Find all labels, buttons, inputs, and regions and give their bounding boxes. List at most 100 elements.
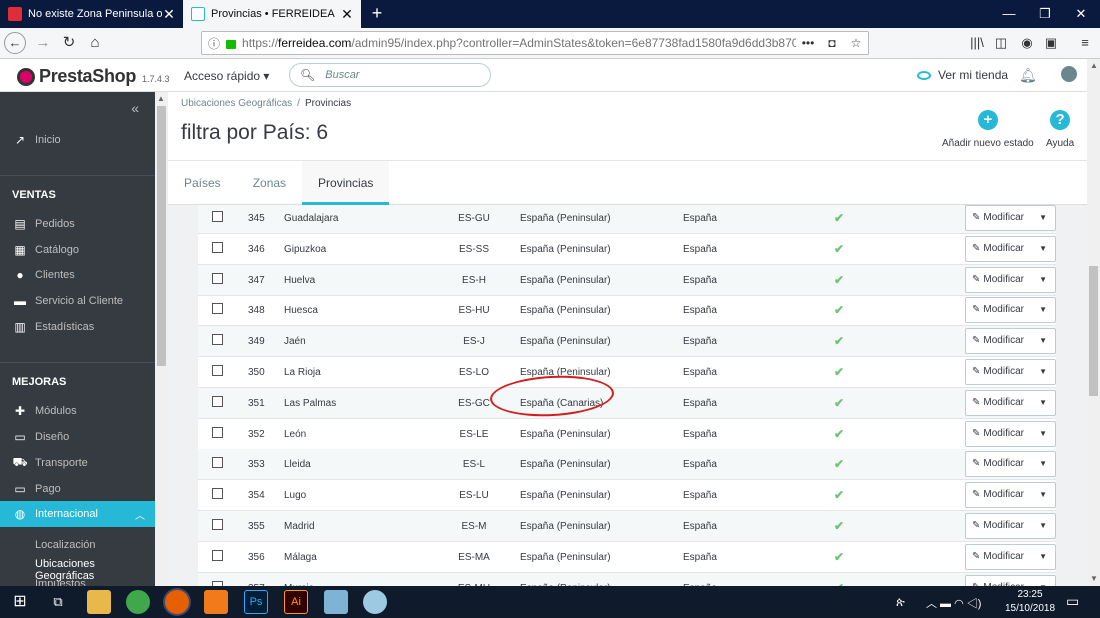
back-icon[interactable]: ← [4, 32, 26, 54]
prestashop-logo[interactable]: PrestaShop 1.7.4.3 [17, 66, 170, 87]
close-icon[interactable]: ✕ [341, 6, 353, 23]
sidebar-item-internacional[interactable]: ◍ Internacional ︿ [0, 501, 155, 527]
breadcrumb-link[interactable]: Ubicaciones Geográficas [181, 98, 292, 109]
enabled-check-icon[interactable]: ✔ [834, 542, 844, 573]
modify-button[interactable]: ✎Modificar▼ [965, 235, 1056, 262]
modify-button[interactable]: ✎Modificar▼ [965, 574, 1056, 586]
dropdown-caret-icon[interactable]: ▼ [1039, 514, 1047, 538]
dropdown-caret-icon[interactable]: ▼ [1039, 452, 1047, 476]
notifications-bell-icon[interactable]: 🔔︎ [1019, 67, 1037, 84]
dropdown-caret-icon[interactable]: ▼ [1039, 329, 1047, 353]
quick-access-dropdown[interactable]: Acceso rápido ▾ [184, 69, 269, 83]
clock-time[interactable]: 23:25 [1002, 589, 1058, 600]
add-new-state-button[interactable]: + Añadir nuevo estado [942, 110, 1034, 149]
illustrator-icon[interactable]: Ai [284, 590, 308, 614]
dropdown-caret-icon[interactable]: ▼ [1039, 422, 1047, 446]
notification-center-icon[interactable]: ▭ [1066, 593, 1079, 610]
chrome-icon[interactable] [126, 590, 150, 614]
firefox-icon[interactable] [165, 590, 189, 614]
photoshop-icon[interactable]: Ps [244, 590, 268, 614]
row-checkbox[interactable] [212, 272, 223, 284]
clock-date[interactable]: 15/10/2018 [1002, 603, 1058, 614]
dropdown-caret-icon[interactable]: ▼ [1039, 360, 1047, 384]
app-icon[interactable] [363, 590, 387, 614]
close-icon[interactable]: ✕ [163, 6, 175, 23]
modify-button[interactable]: ✎Modificar▼ [965, 205, 1056, 231]
enabled-check-icon[interactable]: ✔ [834, 480, 844, 511]
dropdown-caret-icon[interactable]: ▼ [1039, 576, 1047, 586]
row-checkbox[interactable] [212, 549, 223, 561]
modify-button[interactable]: ✎Modificar▼ [965, 482, 1056, 509]
restore-icon[interactable]: ❐ [1026, 0, 1064, 28]
sidebar-scrollbar[interactable]: ▲ [155, 92, 168, 586]
enabled-check-icon[interactable]: ✔ [834, 573, 844, 586]
dropdown-caret-icon[interactable]: ▼ [1039, 268, 1047, 292]
row-checkbox[interactable] [212, 426, 223, 438]
menu-icon[interactable]: ≡ [1074, 32, 1096, 54]
modify-button[interactable]: ✎Modificar▼ [965, 543, 1056, 570]
sidebar-item-estadisticas[interactable]: ▥ Estadísticas [0, 315, 155, 339]
submenu-impuestos[interactable]: Impuestos [35, 578, 86, 586]
sidebar-icon[interactable]: ◫ [990, 32, 1012, 54]
scrollbar-thumb[interactable] [157, 106, 166, 366]
screenshot-icon[interactable]: ▣ [1040, 32, 1062, 54]
tab-provincias[interactable]: Provincias [302, 161, 390, 205]
enabled-check-icon[interactable]: ✔ [834, 357, 844, 388]
collapse-sidebar-icon[interactable]: « [131, 100, 139, 116]
row-checkbox[interactable] [212, 365, 223, 376]
modify-button[interactable]: ✎Modificar▼ [965, 359, 1056, 385]
dropdown-caret-icon[interactable]: ▼ [1039, 237, 1047, 261]
modify-button[interactable]: ✎Modificar▼ [965, 297, 1056, 324]
close-window-icon[interactable]: ✕ [1062, 0, 1100, 28]
submenu-localizacion[interactable]: Localización [35, 539, 96, 551]
file-explorer-icon[interactable] [87, 590, 111, 614]
help-button[interactable]: ? Ayuda [1046, 110, 1074, 149]
scroll-down-icon[interactable]: ▼ [1090, 574, 1098, 583]
enabled-check-icon[interactable]: ✔ [834, 326, 844, 357]
sidebar-item-clientes[interactable]: ● Clientes [0, 263, 155, 287]
sidebar-item-pago[interactable]: ▭ Pago [0, 477, 155, 501]
enabled-check-icon[interactable]: ✔ [834, 295, 844, 326]
modify-button[interactable]: ✎Modificar▼ [965, 328, 1056, 355]
dropdown-caret-icon[interactable]: ▼ [1039, 206, 1047, 230]
pocket-icon[interactable]: ◘ [820, 36, 844, 50]
enabled-check-icon[interactable]: ✔ [834, 205, 844, 234]
sidebar-item-catalogo[interactable]: ▦ Catálogo [0, 238, 155, 262]
sidebar-item-diseno[interactable]: ▭ Diseño [0, 425, 155, 449]
modify-button[interactable]: ✎Modificar▼ [965, 420, 1056, 447]
app-icon[interactable] [324, 590, 348, 614]
tab-zonas[interactable]: Zonas [237, 161, 302, 205]
enabled-check-icon[interactable]: ✔ [834, 419, 844, 450]
row-checkbox[interactable] [212, 334, 223, 346]
dropdown-caret-icon[interactable]: ▼ [1039, 391, 1047, 415]
bookmark-star-icon[interactable]: ☆ [844, 36, 868, 50]
dropdown-caret-icon[interactable]: ▼ [1039, 298, 1047, 322]
dropdown-caret-icon[interactable]: ▼ [1039, 483, 1047, 507]
view-store-link[interactable]: Ver mi tienda [917, 68, 1008, 82]
windows-start-icon[interactable]: ⊞ [8, 590, 32, 614]
row-checkbox[interactable] [212, 519, 223, 530]
row-checkbox[interactable] [212, 488, 223, 500]
user-avatar-icon[interactable] [1061, 66, 1077, 82]
task-view-icon[interactable]: ⧉ [46, 590, 70, 614]
page-actions-icon[interactable]: ••• [796, 36, 820, 50]
tray-icons[interactable]: ︿ ▬ ◠ ◁) [926, 595, 981, 611]
scroll-up-icon[interactable]: ▲ [1090, 61, 1098, 70]
person-icon[interactable]: ጵ [896, 595, 905, 610]
enabled-check-icon[interactable]: ✔ [834, 511, 844, 542]
extension-icon[interactable]: ◉ [1016, 32, 1038, 54]
row-checkbox[interactable] [212, 303, 223, 315]
sidebar-item-inicio[interactable]: ↗ Inicio [0, 128, 155, 152]
enabled-check-icon[interactable]: ✔ [834, 449, 844, 480]
browser-tab-2[interactable]: Provincias • FERREIDEA ✕ [183, 0, 361, 28]
search-input[interactable]: 🔍︎ Buscar [289, 63, 491, 87]
sidebar-item-modulos[interactable]: ✚ Módulos [0, 399, 155, 423]
modify-button[interactable]: ✎Modificar▼ [965, 266, 1056, 293]
home-icon[interactable]: ⌂ [84, 32, 106, 54]
modify-button[interactable]: ✎Modificar▼ [965, 389, 1056, 416]
sidebar-item-servicio[interactable]: ▬ Servicio al Cliente [0, 289, 155, 313]
scrollbar-thumb[interactable] [1089, 266, 1098, 396]
url-bar[interactable]: ⓘ https://ferreidea.com/admin95/index.ph… [201, 31, 869, 55]
app-icon[interactable] [204, 590, 228, 614]
new-tab-icon[interactable]: + [367, 3, 387, 23]
